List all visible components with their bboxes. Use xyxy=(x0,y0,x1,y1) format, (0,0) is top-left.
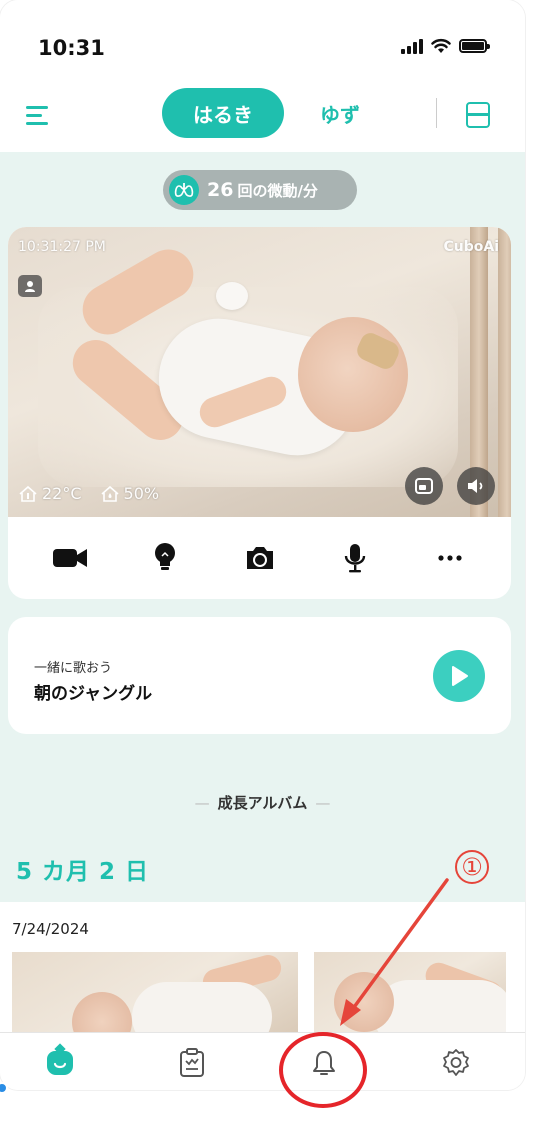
album-photo[interactable] xyxy=(314,952,506,1032)
header-divider xyxy=(436,98,437,128)
wifi-icon xyxy=(431,38,451,54)
touch-indicator xyxy=(0,1082,8,1094)
picture-in-picture-icon xyxy=(415,478,433,494)
record-video-button[interactable] xyxy=(47,535,93,581)
album-card: 7/24/2024 xyxy=(0,902,525,1032)
split-view-icon[interactable] xyxy=(466,102,490,128)
breathing-unit: 回の微動/分 xyxy=(237,182,318,200)
more-button[interactable] xyxy=(427,535,473,581)
status-bar: 10:31 xyxy=(0,0,525,80)
main-content: 26 回の微動/分 10:31:27 PM CuboAi 22°C 50% 一緒… xyxy=(0,152,525,1032)
snapshot-button[interactable] xyxy=(237,535,283,581)
brand-watermark: CuboAi xyxy=(443,239,499,255)
app-header: はるき ゆず xyxy=(0,80,525,152)
breathing-indicator[interactable]: 26 回の微動/分 xyxy=(163,170,357,210)
camera-icon xyxy=(246,547,273,569)
tab-haruki[interactable]: はるき xyxy=(162,88,284,138)
volume-button[interactable] xyxy=(457,467,495,505)
play-button[interactable] xyxy=(433,650,485,702)
nav-home[interactable] xyxy=(40,1043,80,1083)
pip-button[interactable] xyxy=(405,467,443,505)
status-icons xyxy=(401,38,490,54)
camera-controls xyxy=(8,517,511,599)
menu-icon[interactable] xyxy=(26,104,52,126)
talk-button[interactable] xyxy=(332,535,378,581)
album-section-header: — 成長アルバム — xyxy=(194,794,331,812)
bottom-navigation xyxy=(0,1032,525,1090)
annotation-highlight-circle xyxy=(279,1032,367,1108)
baby-age: 5 カ月 2 日 xyxy=(16,859,150,885)
settings-icon xyxy=(443,1049,469,1076)
temperature-icon xyxy=(19,485,37,502)
nav-settings[interactable] xyxy=(436,1043,476,1083)
humidity-value: 50% xyxy=(123,484,160,503)
album-title: 成長アルバム xyxy=(217,794,308,812)
night-light-button[interactable] xyxy=(142,535,188,581)
play-icon xyxy=(452,666,468,686)
more-icon xyxy=(437,555,462,561)
signal-icon xyxy=(401,38,423,54)
video-timestamp: 10:31:27 PM xyxy=(18,239,106,255)
tab-yuzu[interactable]: ゆず xyxy=(300,88,380,138)
home-icon xyxy=(47,1051,73,1075)
microphone-icon xyxy=(344,544,365,573)
video-camera-icon xyxy=(52,549,87,567)
speaker-icon xyxy=(468,479,483,493)
battery-icon xyxy=(459,39,490,53)
humidity-icon xyxy=(101,485,119,502)
breathing-text: 26 回の微動/分 xyxy=(207,179,318,201)
person-icon[interactable] xyxy=(18,275,42,297)
song-title: 朝のジャングル xyxy=(34,684,153,704)
light-bulb-icon xyxy=(154,543,175,570)
song-subtitle: 一緒に歌おう xyxy=(34,661,113,676)
journal-icon xyxy=(180,1048,204,1077)
temperature-value: 22°C xyxy=(42,484,82,503)
live-video[interactable]: 10:31:27 PM CuboAi 22°C 50% xyxy=(8,227,511,517)
phone-screen: 10:31 はるき ゆず 26 回の微動/分 10:31:27 PM CuboA… xyxy=(0,0,525,1090)
song-card[interactable]: 一緒に歌おう 朝のジャングル xyxy=(8,617,511,734)
album-photo[interactable] xyxy=(12,952,298,1032)
album-date: 7/24/2024 xyxy=(12,920,89,938)
breathing-count: 26 xyxy=(207,179,234,201)
camera-card: 10:31:27 PM CuboAi 22°C 50% xyxy=(8,227,511,599)
environment-readout: 22°C 50% xyxy=(18,484,159,503)
annotation-label: ① xyxy=(455,850,489,884)
lungs-icon xyxy=(169,175,199,205)
nav-journal[interactable] xyxy=(172,1043,212,1083)
status-time: 10:31 xyxy=(38,36,105,60)
